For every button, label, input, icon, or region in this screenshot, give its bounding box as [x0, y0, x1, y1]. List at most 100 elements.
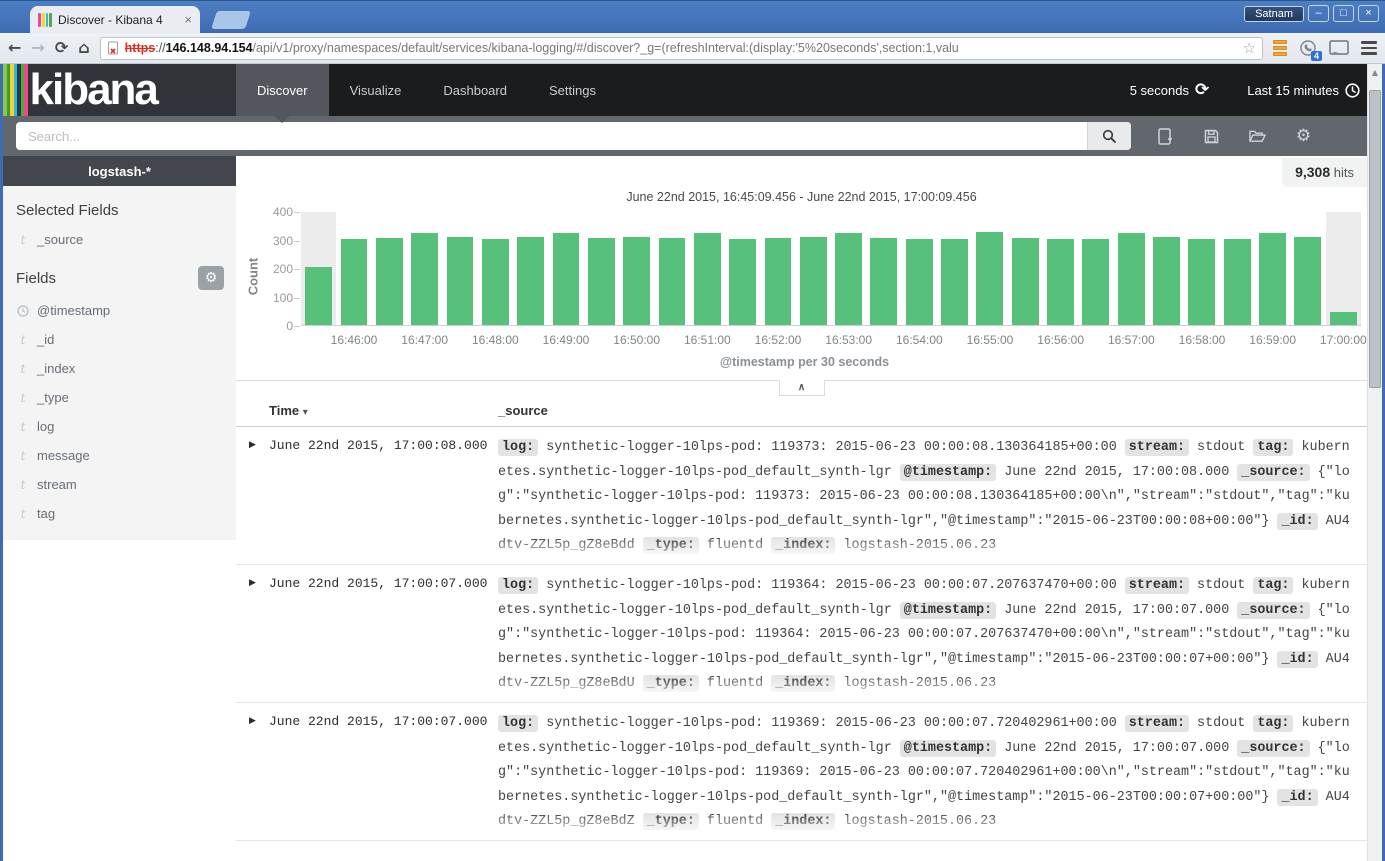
new-tab-button[interactable] — [211, 11, 251, 29]
histogram-bar[interactable] — [1082, 239, 1109, 325]
nav-tab-visualize[interactable]: Visualize — [329, 64, 423, 116]
maximize-button[interactable]: □ — [1333, 5, 1354, 22]
open-search-button[interactable] — [1249, 128, 1266, 145]
fields-settings-button[interactable]: ⚙ — [198, 266, 224, 290]
x-tick-label: 16:53:00 — [825, 333, 872, 347]
field-item-_id[interactable]: t_id — [3, 325, 236, 354]
close-button[interactable]: × — [1358, 5, 1379, 22]
histogram-bar[interactable] — [800, 237, 827, 325]
extension-phone-icon[interactable]: 4 — [1299, 39, 1317, 57]
field-item-@timestamp[interactable]: @timestamp — [3, 296, 236, 325]
histogram-bar[interactable] — [1012, 238, 1039, 325]
histogram-bar[interactable] — [1188, 239, 1215, 325]
histogram-bar[interactable] — [1047, 239, 1074, 325]
field-item-_index[interactable]: t_index — [3, 354, 236, 383]
histogram-bar[interactable] — [835, 233, 862, 325]
table-header: Time ▾ _source — [236, 403, 1367, 427]
row-source: log: synthetic-logger-10lps-pod: 119364:… — [498, 574, 1367, 697]
histogram-bar[interactable] — [376, 238, 403, 325]
index-pattern-selector[interactable]: logstash-* — [3, 156, 236, 186]
collapse-chart-button[interactable]: ∧ — [779, 380, 825, 396]
field-value: stdout — [1189, 578, 1253, 593]
search-button[interactable] — [1087, 122, 1131, 150]
histogram-bar-slot — [1078, 212, 1113, 325]
forward-button[interactable]: → — [31, 40, 44, 56]
browser-menu-icon[interactable] — [1361, 41, 1377, 55]
save-search-button[interactable] — [1203, 128, 1220, 145]
window-user-badge[interactable]: Satnam — [1244, 6, 1304, 22]
browser-tab[interactable]: Discover - Kibana 4 × — [30, 6, 200, 33]
expand-row-icon[interactable]: ▶ — [236, 436, 269, 559]
field-item-message[interactable]: tmessage — [3, 441, 236, 470]
time-range-picker[interactable]: Last 15 minutes — [1247, 83, 1360, 98]
histogram-bar[interactable] — [765, 238, 792, 325]
histogram-bar-slot — [902, 212, 937, 325]
field-value: June 22nd 2015, 17:00:07.000 — [996, 741, 1237, 756]
histogram-bar[interactable] — [623, 237, 650, 325]
browser-tab-strip: Discover - Kibana 4 × Satnam – □ × — [0, 0, 1385, 33]
histogram-bar[interactable] — [941, 239, 968, 325]
histogram-bar[interactable] — [1294, 237, 1321, 325]
discover-main: 9,308 hits June 22nd 2015, 16:45:09.456 … — [236, 156, 1367, 861]
histogram-bar[interactable] — [1118, 233, 1145, 325]
field-value: logstash-2015.06.23 — [835, 814, 996, 829]
histogram-bar[interactable] — [1330, 312, 1357, 325]
field-name-badge: _id: — [1277, 789, 1317, 806]
histogram-bar[interactable] — [729, 239, 756, 325]
back-button[interactable]: ← — [8, 40, 21, 56]
field-name-badge: log: — [498, 439, 538, 456]
expand-row-icon[interactable]: ▶ — [236, 574, 269, 697]
nav-tab-settings[interactable]: Settings — [528, 64, 617, 116]
histogram-bar[interactable] — [305, 267, 332, 325]
insecure-page-icon — [107, 41, 120, 56]
histogram-bar[interactable] — [976, 232, 1003, 325]
cast-icon[interactable] — [1329, 40, 1349, 56]
time-column-header[interactable]: Time ▾ — [269, 403, 498, 418]
field-name-badge: _id: — [1277, 651, 1317, 668]
histogram-bar[interactable] — [1224, 239, 1251, 325]
field-list: @timestampt_idt_indext_typetlogtmessaget… — [3, 296, 236, 528]
home-button[interactable]: ⌂ — [78, 40, 89, 56]
page-scrollbar[interactable]: ▲ — [1367, 64, 1382, 861]
field-item-log[interactable]: tlog — [3, 412, 236, 441]
histogram-bar-slot — [796, 212, 831, 325]
kibana-favicon-icon — [38, 13, 52, 27]
histogram-bar[interactable] — [1153, 237, 1180, 325]
extension-blocks-icon[interactable] — [1273, 40, 1287, 56]
field-item-_type[interactable]: t_type — [3, 383, 236, 412]
options-gear-icon[interactable]: ⚙ — [1295, 128, 1312, 145]
histogram-bar[interactable] — [411, 233, 438, 325]
histogram-bar[interactable] — [482, 239, 509, 325]
histogram-bar[interactable] — [553, 233, 580, 325]
histogram-bar[interactable] — [870, 238, 897, 325]
nav-tab-dashboard[interactable]: Dashboard — [422, 64, 528, 116]
field-item-tag[interactable]: ttag — [3, 499, 236, 528]
histogram-bar[interactable] — [694, 233, 721, 325]
histogram-bar[interactable] — [588, 238, 615, 325]
y-tick-mark — [294, 326, 300, 327]
url-bar[interactable]: https://146.148.94.154/api/v1/proxy/name… — [100, 37, 1263, 60]
histogram-bar-slot — [1043, 212, 1078, 325]
new-search-button[interactable] — [1157, 128, 1174, 145]
chart-title: June 22nd 2015, 16:45:09.456 - June 22nd… — [236, 190, 1367, 204]
minimize-button[interactable]: – — [1308, 5, 1329, 22]
histogram-bar[interactable] — [906, 239, 933, 325]
field-item-_source[interactable]: t _source — [3, 225, 236, 254]
x-tick-label: 16:49:00 — [543, 333, 590, 347]
histogram-bar[interactable] — [447, 237, 474, 325]
histogram-bar[interactable] — [341, 239, 368, 325]
histogram-bar[interactable] — [1259, 233, 1286, 325]
field-item-stream[interactable]: tstream — [3, 470, 236, 499]
tab-close-icon[interactable]: × — [184, 13, 192, 26]
expand-row-icon[interactable]: ▶ — [236, 712, 269, 835]
refresh-interval-picker[interactable]: 5 seconds ⟳ — [1130, 82, 1210, 99]
search-input[interactable] — [16, 129, 1087, 144]
reload-button[interactable]: ⟳ — [55, 40, 68, 56]
histogram-bar[interactable] — [659, 238, 686, 325]
field-name-badge: tag: — [1253, 577, 1293, 594]
histogram-bar[interactable] — [517, 237, 544, 325]
nav-tab-discover[interactable]: Discover — [236, 64, 329, 116]
bookmark-star-icon[interactable]: ☆ — [1243, 39, 1256, 57]
scrollbar-thumb[interactable] — [1369, 90, 1381, 388]
scroll-up-icon[interactable]: ▲ — [1368, 64, 1382, 80]
